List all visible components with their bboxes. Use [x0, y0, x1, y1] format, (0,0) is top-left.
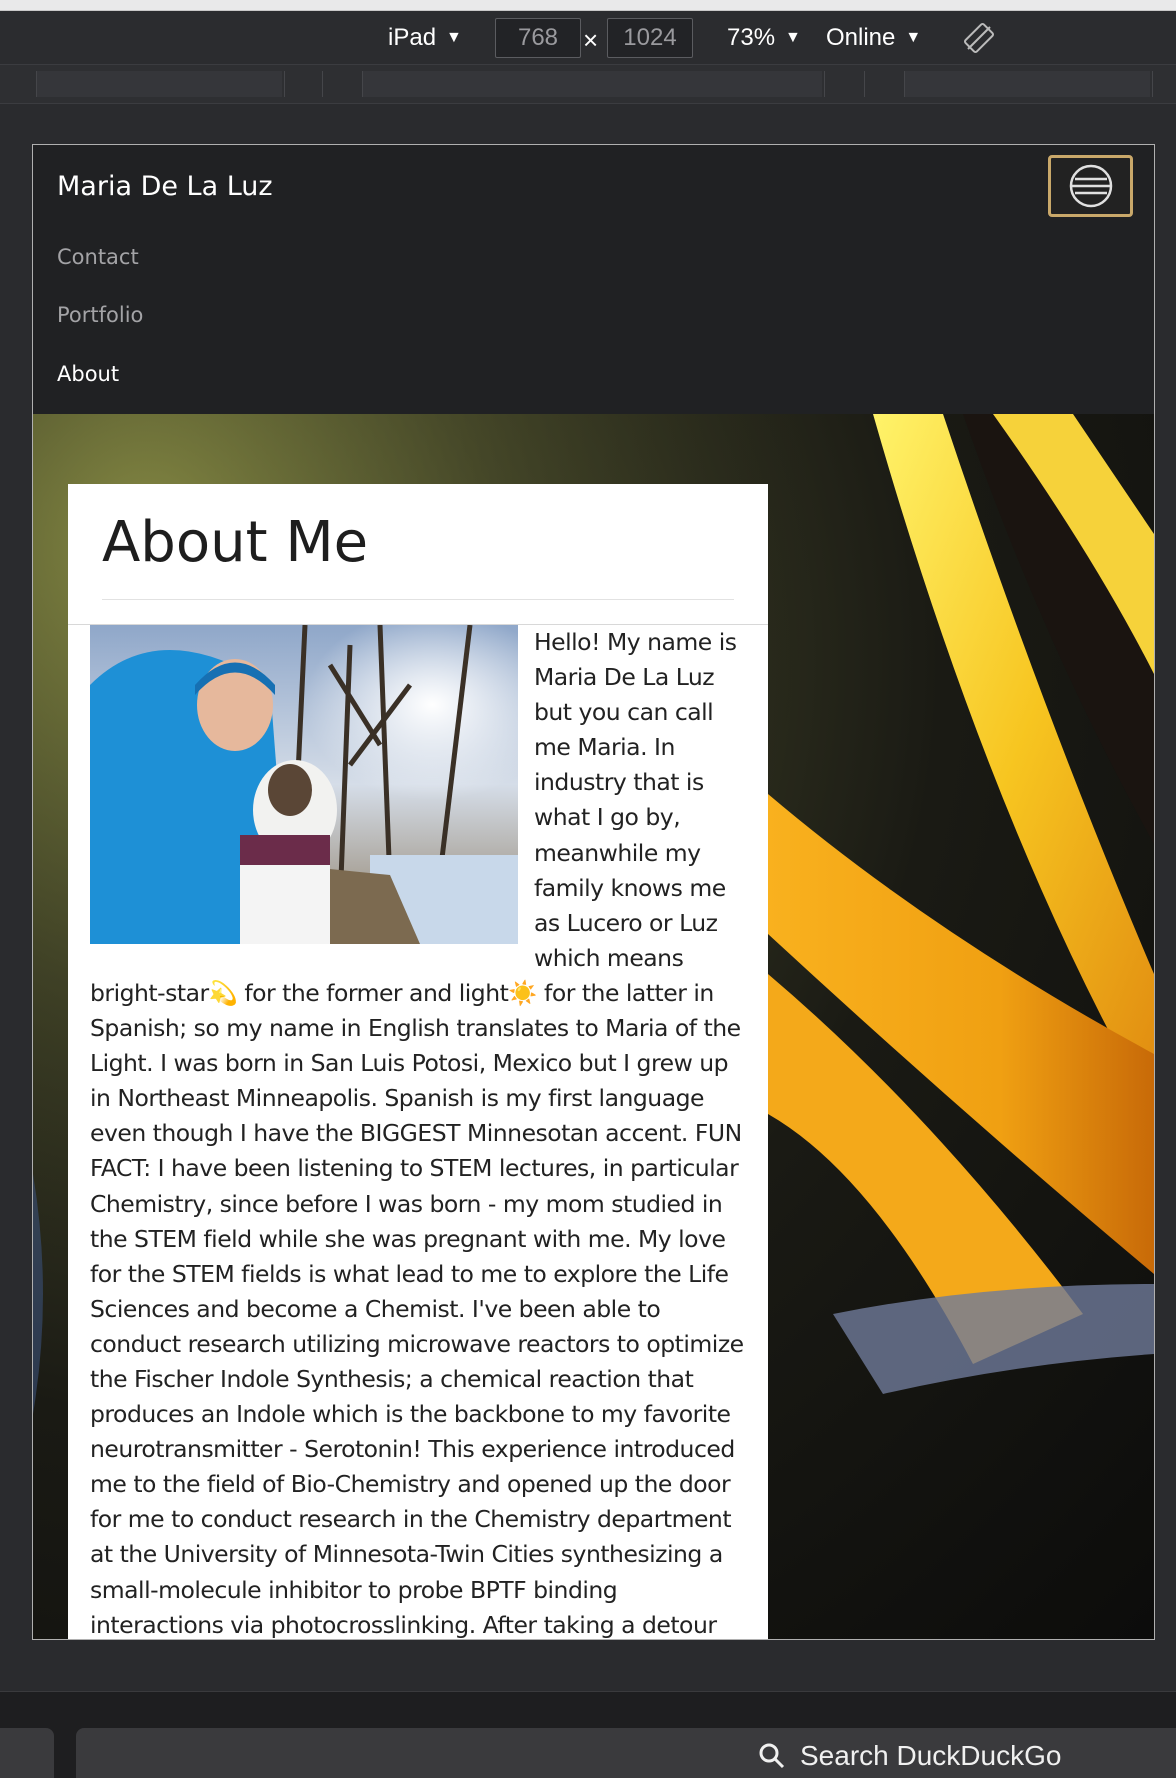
title-divider [102, 599, 734, 600]
times-icon: × [583, 25, 599, 55]
ruler-band [36, 71, 282, 97]
device-select[interactable]: iPad ▼ [388, 11, 462, 64]
ruler-tick [824, 71, 825, 97]
nav-contact[interactable]: Contact [57, 245, 139, 269]
height-value: 1024 [623, 24, 677, 51]
menu-toggle-button[interactable] [1048, 155, 1133, 217]
network-select[interactable]: Online ▼ [826, 11, 921, 64]
site-brand[interactable]: Maria De La Luz [57, 171, 273, 202]
chevron-down-icon: ▼ [905, 28, 922, 46]
ruler-tick [904, 71, 905, 97]
width-input[interactable]: 768 [495, 18, 581, 58]
rotate-icon [963, 22, 995, 53]
about-title: About Me [102, 510, 369, 575]
ruler-tick [362, 71, 363, 97]
ruler-tick [284, 71, 285, 97]
ruler-band [904, 71, 1150, 97]
search-duckduckgo[interactable]: Search DuckDuckGo [758, 1736, 1061, 1776]
nav-about[interactable]: About [57, 362, 119, 386]
search-icon [759, 1743, 785, 1769]
device-toolbar: iPad ▼ 768 × 1024 73% ▼ Online ▼ [0, 11, 1176, 64]
rotate-button[interactable] [962, 11, 996, 64]
ruler-tick [864, 71, 865, 97]
device-label: iPad [388, 23, 437, 51]
zoom-label: 73% [727, 23, 776, 51]
site-navbar: Maria De La Luz Contact Portfolio About [33, 145, 1154, 414]
height-input[interactable]: 1024 [607, 18, 693, 58]
search-label: Search DuckDuckGo [800, 1740, 1062, 1771]
hero-background: About Me Hello! My name is Maria De La L… [33, 414, 1154, 1639]
browser-bottom-bar: Search DuckDuckGo [0, 1691, 1176, 1778]
media-query-ruler [0, 64, 1176, 104]
ruler-tick [36, 71, 37, 97]
chevron-down-icon: ▼ [446, 28, 462, 46]
hamburger-icon [1069, 164, 1112, 208]
chevron-down-icon: ▼ [785, 28, 801, 46]
about-card: About Me Hello! My name is Maria De La L… [68, 484, 768, 1639]
nav-portfolio[interactable]: Portfolio [57, 303, 143, 327]
width-value: 768 [517, 24, 559, 51]
tab-left[interactable] [0, 1728, 54, 1778]
network-label: Online [826, 23, 896, 51]
about-body: Hello! My name is Maria De La Luz but yo… [90, 625, 746, 1639]
zoom-select[interactable]: 73% ▼ [727, 11, 801, 64]
ruler-tick [1152, 71, 1153, 97]
ruler-band [362, 71, 822, 97]
ruler-tick [322, 71, 323, 97]
device-viewport: Maria De La Luz Contact Portfolio About [32, 144, 1155, 1640]
photo-float-spacer [90, 625, 520, 975]
window-top-strip [0, 0, 1176, 11]
